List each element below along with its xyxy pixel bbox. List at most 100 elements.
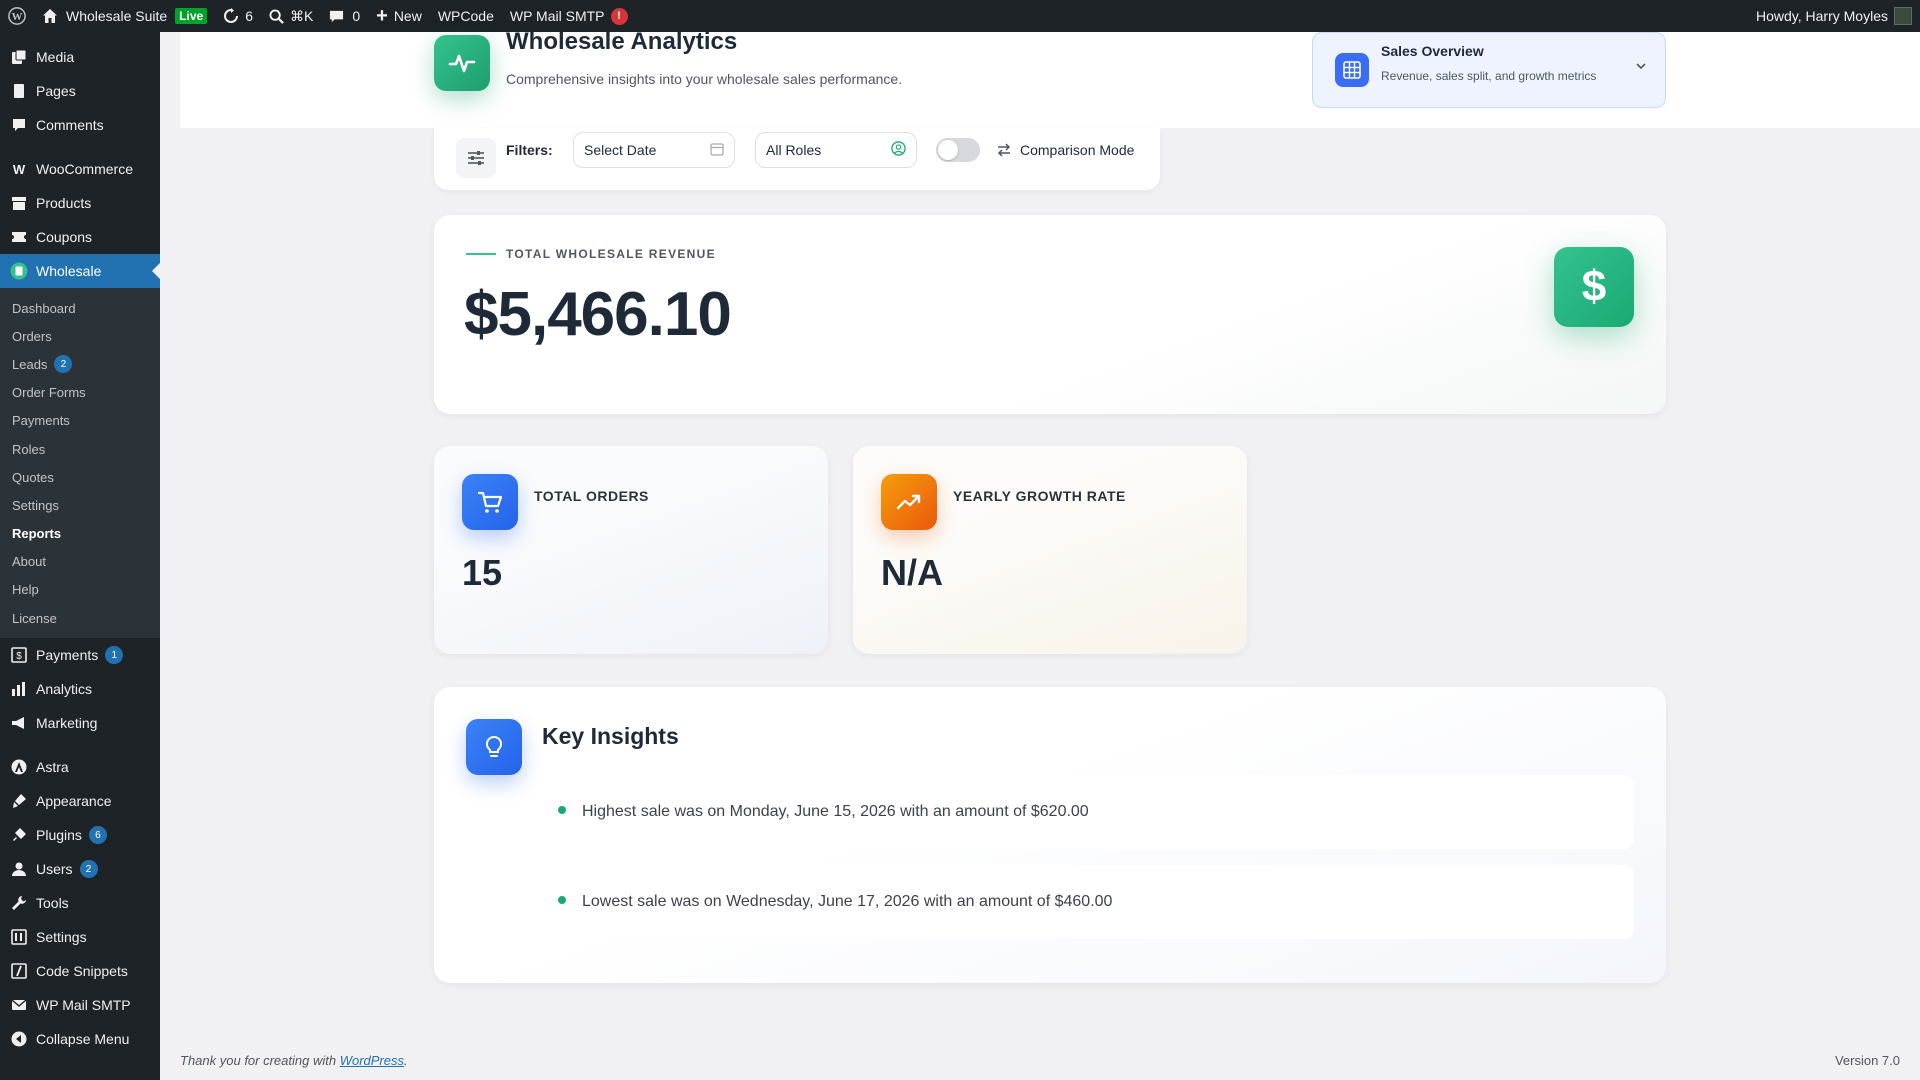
bullet-dot <box>558 896 566 904</box>
mail-icon <box>10 996 28 1014</box>
sidebar-item-marketing[interactable]: Marketing <box>0 706 160 740</box>
new-label: New <box>393 8 422 24</box>
submenu-item-order-forms[interactable]: Order Forms <box>0 379 160 407</box>
swap-arrows-icon <box>996 142 1012 158</box>
sidebar-item-astra[interactable]: Astra <box>0 750 160 784</box>
sidebar-item-label: Astra <box>36 759 69 776</box>
collapse-menu-button[interactable]: Collapse Menu <box>0 1022 160 1056</box>
sidebar-item-appearance[interactable]: Appearance <box>0 784 160 818</box>
sales-overview-dropdown[interactable]: Sales Overview Revenue, sales split, and… <box>1312 32 1666 108</box>
sidebar-item-label: WP Mail SMTP <box>36 997 131 1014</box>
new-content-link[interactable]: + New <box>368 0 430 32</box>
total-revenue-card: TOTAL WHOLESALE REVENUE $5,466.10 $ <box>434 215 1666 414</box>
sidebar-item-analytics[interactable]: Analytics <box>0 672 160 706</box>
sidebar-item-media[interactable]: Media <box>0 40 160 74</box>
page-subtitle: Comprehensive insights into your wholesa… <box>506 71 903 87</box>
submenu-item-settings[interactable]: Settings <box>0 491 160 519</box>
filter-sliders-icon[interactable] <box>456 138 496 178</box>
bullet-dot <box>558 806 566 814</box>
bar-chart-icon <box>10 680 28 698</box>
comparison-mode-label-group[interactable]: Comparison Mode <box>996 142 1134 158</box>
user-circle-icon <box>891 141 906 159</box>
submenu-item-quotes[interactable]: Quotes <box>0 463 160 491</box>
total-orders-card: TOTAL ORDERS 15 <box>434 446 828 654</box>
submenu-item-leads[interactable]: Leads 2 <box>0 350 160 378</box>
footer-thanks: Thank you for creating with WordPress. <box>180 1053 408 1068</box>
pages-icon <box>10 82 28 100</box>
payments-icon: $ <box>10 646 28 664</box>
comments-link[interactable]: 0 <box>321 0 368 32</box>
wordpress-logo-icon[interactable]: W <box>0 0 34 32</box>
howdy-text: Howdy, Harry Moyles <box>1756 8 1888 24</box>
sidebar-item-pages[interactable]: Pages <box>0 74 160 108</box>
plug-icon <box>10 826 28 844</box>
user-account-link[interactable]: Howdy, Harry Moyles <box>1748 0 1912 32</box>
sidebar-item-label: WooCommerce <box>36 161 133 177</box>
accent-line <box>466 253 496 255</box>
submenu-item-about[interactable]: About <box>0 548 160 576</box>
sidebar-item-woocommerce[interactable]: W WooCommerce <box>0 152 160 186</box>
grid-icon <box>1335 53 1369 87</box>
wpcode-link[interactable]: WPCode <box>430 0 502 32</box>
submenu-item-help[interactable]: Help <box>0 576 160 604</box>
submenu-item-dashboard[interactable]: Dashboard <box>0 294 160 322</box>
growth-label: YEARLY GROWTH RATE <box>953 488 1126 504</box>
submenu-item-payments[interactable]: Payments <box>0 407 160 435</box>
comments-icon <box>10 116 28 134</box>
search-icon <box>269 8 284 24</box>
date-picker-input[interactable]: Select Date <box>573 132 735 168</box>
svg-text:$: $ <box>16 651 22 662</box>
sidebar-item-label: Media <box>36 49 75 65</box>
paintbrush-icon <box>10 792 28 810</box>
sidebar-item-plugins[interactable]: Plugins 6 <box>0 818 160 852</box>
activity-pulse-icon <box>434 35 490 91</box>
comment-bubble-icon <box>329 9 344 24</box>
sidebar-item-settings[interactable]: Settings <box>0 920 160 954</box>
astra-icon <box>10 758 28 776</box>
sidebar-item-comments[interactable]: Comments <box>0 108 160 142</box>
updates-link[interactable]: 6 <box>215 0 261 32</box>
footer-thanks-suffix: . <box>404 1053 408 1068</box>
collapse-arrow-icon <box>10 1030 28 1048</box>
site-name-link[interactable]: Wholesale Suite Live <box>34 0 215 32</box>
megaphone-icon <box>10 714 28 732</box>
submenu-item-orders[interactable]: Orders <box>0 322 160 350</box>
refresh-icon <box>223 8 239 24</box>
page-title: Wholesale Analytics <box>506 28 738 55</box>
live-badge: Live <box>175 8 208 24</box>
updates-count: 6 <box>245 8 253 24</box>
sidebar-item-payments[interactable]: $ Payments 1 <box>0 638 160 672</box>
comparison-mode-label: Comparison Mode <box>1020 142 1135 158</box>
wordpress-link[interactable]: WordPress <box>340 1053 404 1068</box>
submenu-item-license[interactable]: License <box>0 604 160 632</box>
command-palette-link[interactable]: ⌘K <box>261 0 321 32</box>
sidebar-item-label: Settings <box>36 929 87 946</box>
sidebar-item-label: Payments <box>36 647 99 664</box>
sidebar-item-label: Pages <box>36 83 76 99</box>
comparison-mode-toggle[interactable] <box>936 138 980 162</box>
wholesale-submenu: Dashboard Orders Leads 2 Order Forms Pay… <box>0 288 160 639</box>
home-icon <box>42 8 58 24</box>
sidebar-item-users[interactable]: Users 2 <box>0 852 160 886</box>
role-select[interactable]: All Roles <box>755 132 917 168</box>
sidebar-item-label: Wholesale <box>36 263 102 279</box>
date-placeholder: Select Date <box>584 142 657 158</box>
sidebar-item-coupons[interactable]: Coupons <box>0 220 160 254</box>
insight-item: Highest sale was on Monday, June 15, 202… <box>542 775 1634 849</box>
submenu-item-roles[interactable]: Roles <box>0 435 160 463</box>
sidebar-item-wp-mail-smtp[interactable]: WP Mail SMTP <box>0 988 160 1022</box>
wholesale-icon <box>10 262 28 280</box>
chevron-down-icon <box>1635 59 1647 77</box>
sidebar-item-label: Code Snippets <box>36 963 128 980</box>
sidebar-item-code-snippets[interactable]: Code Snippets <box>0 954 160 988</box>
sidebar-item-tools[interactable]: Tools <box>0 886 160 920</box>
footer-version: Version 7.0 <box>1834 1053 1900 1068</box>
yearly-growth-card: YEARLY GROWTH RATE N/A <box>853 446 1247 654</box>
sidebar-item-label: Appearance <box>36 793 112 810</box>
filters-label: Filters: <box>506 142 553 158</box>
sidebar-item-wholesale[interactable]: Wholesale <box>0 254 160 288</box>
submenu-item-reports[interactable]: Reports <box>0 520 160 548</box>
sidebar-item-products[interactable]: Products <box>0 186 160 220</box>
products-icon <box>10 194 28 212</box>
overview-subtitle: Revenue, sales split, and growth metrics <box>1381 69 1597 83</box>
